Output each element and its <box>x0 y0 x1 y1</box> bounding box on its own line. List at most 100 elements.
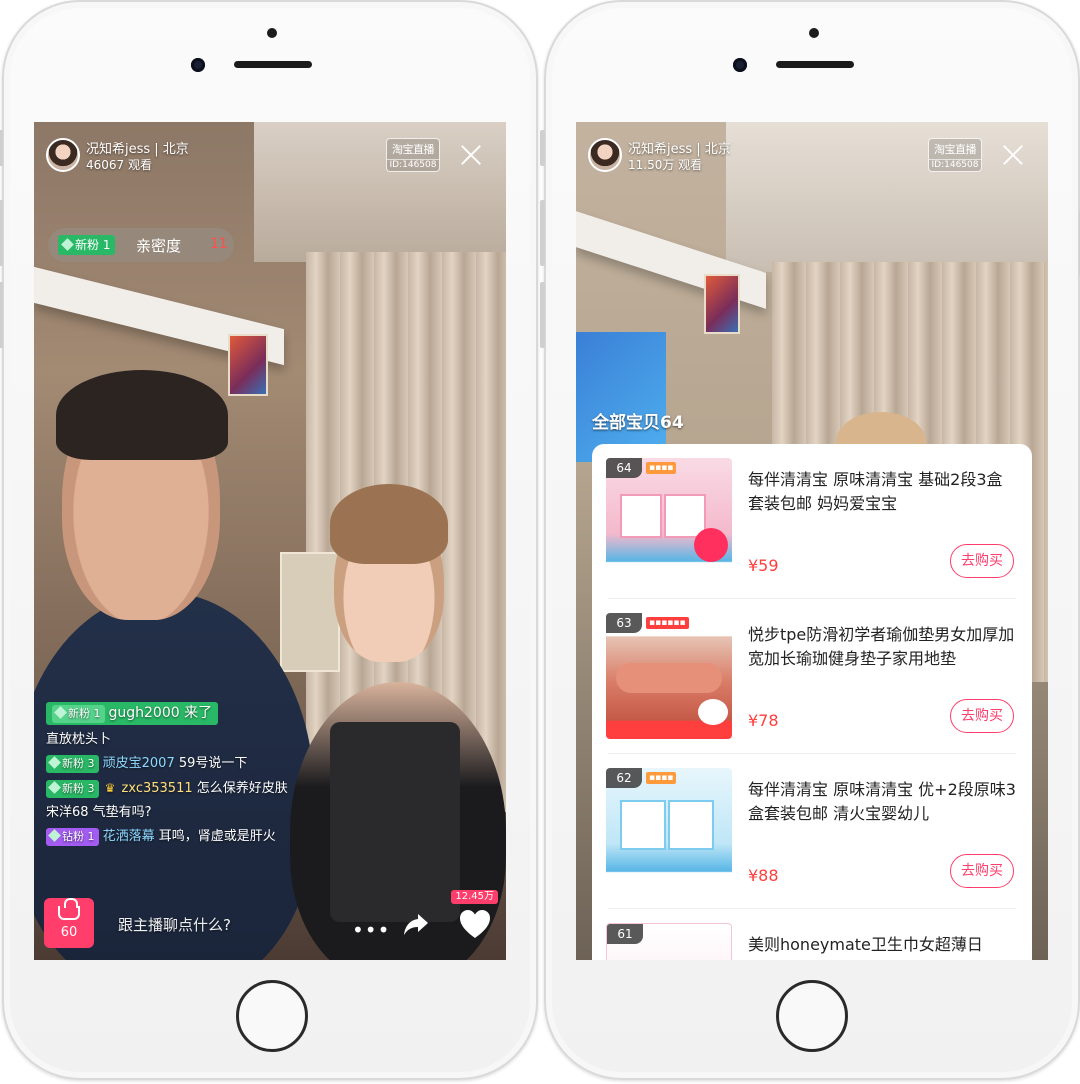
earpiece-speaker <box>234 61 312 68</box>
product-price: ¥88 <box>748 866 779 885</box>
join-notice: 新粉 1 gugh2000 来了 <box>46 702 219 725</box>
live-stream-screen: 况知希jess | 北京 46067 观看 淘宝直播 ID:146508 新粉 … <box>34 122 506 960</box>
front-camera <box>733 58 747 72</box>
front-camera <box>191 58 205 72</box>
chat-text: 耳鸣，肾虚或是肝火 <box>158 829 276 844</box>
diamond-fan-badge: 钻粉 1 <box>46 828 99 846</box>
intimacy-pill[interactable]: 新粉 1 亲密度 11 <box>48 228 234 262</box>
host-avatar[interactable] <box>46 138 80 172</box>
product-number: 63 <box>606 613 642 633</box>
volume-up-button <box>0 200 3 266</box>
promo-tag: ▪▪▪▪ <box>646 772 677 784</box>
product-box-image <box>620 494 662 538</box>
product-title[interactable]: 美则honeymate卫生巾女超薄日 <box>748 933 1018 957</box>
fan-level-badge: 新粉 3 <box>46 755 99 773</box>
product-title[interactable]: 悦步tpe防滑初学者瑜伽垫男女加厚加宽加长瑜珈健身垫子家用地垫 <box>748 623 1018 671</box>
yoga-mat-image <box>616 663 722 693</box>
room-id: ID:146508 <box>929 159 981 170</box>
volume-down-button <box>0 282 3 348</box>
product-item[interactable]: ▪▪▪▪ 64 每伴清清宝 原味清清宝 基础2段3盒套装包邮 妈妈爱宝宝 ¥59… <box>592 444 1032 599</box>
close-icon[interactable] <box>458 142 484 168</box>
crown-icon: ♛ <box>104 781 116 795</box>
chat-input[interactable]: 跟主播聊点什么? <box>118 914 231 935</box>
chat-message: 新粉 3 顽皮宝2007 59号说一下 <box>46 755 346 773</box>
chat-message: 钻粉 1 花洒落幕 耳鸣，肾虚或是肝火 <box>46 828 346 846</box>
diamond-icon <box>48 829 61 842</box>
chat-message: 宋洋68 气垫有吗? <box>46 805 152 820</box>
promo-tag: ▪▪▪▪▪▪ <box>646 617 689 629</box>
product-thumbnail[interactable]: ▪▪▪▪ 64 <box>606 458 732 584</box>
chat-message: 新粉 1 gugh2000 来了 <box>46 702 346 725</box>
viewer-count: 11.50万 观看 <box>628 158 703 172</box>
buy-button[interactable]: 去购买 <box>950 854 1014 888</box>
mute-switch <box>0 130 3 166</box>
fan-level-badge: 新粉 3 <box>46 780 99 798</box>
more-icon[interactable]: ••• <box>352 918 390 942</box>
taobao-live-logo: 淘宝直播 ID:146508 <box>928 138 982 172</box>
product-number: 61 <box>607 924 643 944</box>
proximity-sensor <box>267 28 277 38</box>
viewer-count: 46067 观看 <box>86 158 152 172</box>
diamond-icon <box>54 706 67 719</box>
diamond-icon <box>48 756 61 769</box>
home-button[interactable] <box>776 980 848 1052</box>
diamond-icon <box>61 238 74 251</box>
product-thumbnail[interactable]: ▪▪▪▪▪▪ 63 <box>606 613 732 739</box>
product-title[interactable]: 每伴清清宝 原味清清宝 基础2段3盒套装包邮 妈妈爱宝宝 <box>748 468 1018 516</box>
buy-button[interactable]: 去购买 <box>950 699 1014 733</box>
host-name[interactable]: 况知希jess | 北京 <box>86 138 189 157</box>
brand-name: 淘宝直播 <box>392 143 435 156</box>
discount-sticker <box>694 528 728 562</box>
like-count: 12.45万 <box>451 890 498 904</box>
taobao-live-logo: 淘宝直播 ID:146508 <box>386 138 440 172</box>
product-box-image <box>620 800 666 850</box>
product-price: ¥59 <box>748 556 779 575</box>
chat-message: 直放枕头卜 <box>46 732 112 747</box>
all-items-header: 全部宝贝64 <box>592 413 684 433</box>
diamond-icon <box>48 781 61 794</box>
product-title[interactable]: 每伴清清宝 原味清清宝 优+2段原味3盒套装包邮 清火宝婴幼儿 <box>748 778 1018 826</box>
shopping-bag-button[interactable]: 60 <box>44 898 94 948</box>
product-thumbnail[interactable]: 61 <box>606 923 732 960</box>
host-avatar[interactable] <box>588 138 622 172</box>
chat-feed: 新粉 1 gugh2000 来了 直放枕头卜 新粉 3 顽皮宝2007 59号说一… <box>46 702 346 852</box>
product-list-screen: 况知希jess | 北京 11.50万 观看 淘宝直播 ID:146508 全部… <box>576 122 1048 960</box>
intimacy-label: 亲密度 <box>136 237 182 255</box>
product-list-panel[interactable]: ▪▪▪▪ 64 每伴清清宝 原味清清宝 基础2段3盒套装包邮 妈妈爱宝宝 ¥59… <box>592 444 1032 960</box>
chat-text: 59号说一下 <box>178 756 248 771</box>
product-item[interactable]: 61 美则honeymate卫生巾女超薄日 <box>592 909 1032 960</box>
product-item[interactable]: ▪▪▪▪▪▪ 63 悦步tpe防滑初学者瑜伽垫男女加厚加宽加长瑜珈健身垫子家用地… <box>592 599 1032 754</box>
product-item[interactable]: ▪▪▪▪ 62 每伴清清宝 原味清清宝 优+2段原味3盒套装包邮 清火宝婴幼儿 … <box>592 754 1032 909</box>
product-box-image <box>668 800 714 850</box>
item-count: 60 <box>60 925 78 940</box>
product-number: 62 <box>606 768 642 788</box>
host-info-bar: 况知希jess | 北京 46067 观看 淘宝直播 ID:146508 <box>46 136 494 176</box>
mute-switch <box>540 130 545 166</box>
room-id: ID:146508 <box>387 159 439 170</box>
product-number: 64 <box>606 458 642 478</box>
chat-username[interactable]: zxc353511 <box>122 781 193 796</box>
chat-username[interactable]: 花洒落幕 <box>103 829 155 844</box>
like-button[interactable]: 12.45万 <box>448 890 504 950</box>
close-icon[interactable] <box>1000 142 1026 168</box>
home-button[interactable] <box>236 980 308 1052</box>
shopping-bag-icon <box>58 898 80 920</box>
fan-level-badge: 新粉 1 <box>58 235 116 255</box>
heart-icon <box>460 910 490 938</box>
brand-name: 淘宝直播 <box>934 143 977 156</box>
volume-down-button <box>540 282 545 348</box>
promo-tag: ▪▪▪▪ <box>646 462 677 474</box>
proximity-sensor <box>809 28 819 38</box>
bottom-action-bar: 60 跟主播聊点什么? ••• 12.45万 <box>34 890 506 960</box>
price-sticker <box>698 699 728 725</box>
chat-message: 新粉 3 ♛ zxc353511 怎么保养好皮肤 <box>46 779 346 798</box>
product-thumbnail[interactable]: ▪▪▪▪ 62 <box>606 768 732 894</box>
chat-username[interactable]: 顽皮宝2007 <box>103 756 175 771</box>
share-icon[interactable] <box>402 910 430 938</box>
fan-level-badge: 新粉 1 <box>52 705 105 723</box>
buy-button[interactable]: 去购买 <box>950 544 1014 578</box>
host-info-bar: 况知希jess | 北京 11.50万 观看 淘宝直播 ID:146508 <box>588 136 1036 176</box>
host-name[interactable]: 况知希jess | 北京 <box>628 138 731 157</box>
volume-up-button <box>540 200 545 266</box>
intimacy-value: 11 <box>210 236 228 252</box>
